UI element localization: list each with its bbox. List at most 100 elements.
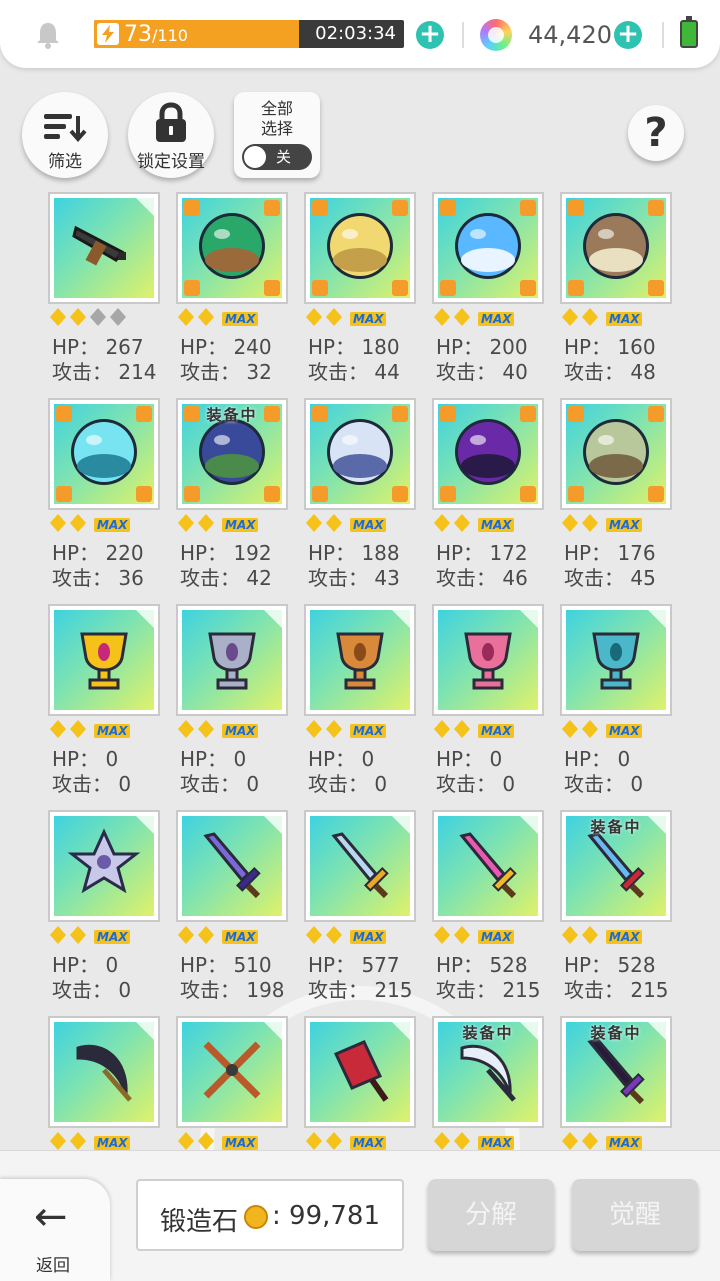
rarity-stars: MAX — [178, 306, 290, 328]
rarity-stars: MAX — [50, 1130, 162, 1150]
equipment-card[interactable]: MAX HP： 240 攻击： 32 — [176, 192, 288, 392]
equipment-card[interactable]: MAX HP： 160 攻击： 48 — [560, 192, 672, 392]
energy-current: 73 — [124, 22, 152, 47]
bell-icon[interactable] — [34, 20, 62, 50]
equipment-tile[interactable] — [48, 192, 160, 304]
rarity-stars: MAX — [562, 718, 674, 740]
equipment-tile[interactable] — [48, 810, 160, 922]
rarity-stars: MAX — [50, 718, 162, 740]
filter-label: 筛选 — [48, 152, 82, 172]
equipment-art-bg — [566, 198, 666, 298]
equipment-card[interactable]: MAX HP： 180 攻击： 44 — [304, 192, 416, 392]
star-icon — [562, 514, 578, 532]
equipment-art-bg — [438, 610, 538, 710]
star-icon — [562, 308, 578, 326]
trophy-bronze-icon — [320, 618, 400, 702]
equipment-card[interactable]: MAX HP： 200 攻击： 40 — [432, 192, 544, 392]
help-button[interactable]: ? — [628, 105, 684, 161]
rarity-stars: MAX — [434, 718, 546, 740]
rarity-stars: MAX — [50, 512, 162, 534]
back-button[interactable]: ← 返回 — [0, 1179, 110, 1281]
equipment-card[interactable]: MAX — [176, 1016, 288, 1150]
equipment-card[interactable]: MAX HP： 0 攻击： 0 — [432, 604, 544, 804]
star-icon — [326, 308, 342, 326]
equipment-card[interactable]: MAX HP： 0 攻击： 0 — [176, 604, 288, 804]
equipment-card[interactable]: 装备中 MAX HP： 192 攻击： 42 — [176, 398, 288, 598]
equipment-tile[interactable]: 装备中 — [560, 810, 672, 922]
equipment-tile[interactable] — [560, 604, 672, 716]
equipment-tile[interactable]: 装备中 — [432, 1016, 544, 1128]
energy-count: 73/110 — [124, 22, 188, 48]
equipment-card[interactable]: 装备中 MAX — [560, 1016, 672, 1150]
equipment-tile[interactable] — [176, 192, 288, 304]
disassemble-button[interactable]: 分解 — [428, 1179, 554, 1251]
equipment-tile[interactable] — [304, 604, 416, 716]
equipment-art-bg — [310, 610, 410, 710]
equipment-tile[interactable] — [560, 398, 672, 510]
equipment-card[interactable]: MAX HP： 176 攻击： 45 — [560, 398, 672, 598]
trophy-teal-icon — [576, 618, 656, 702]
attack-stat: 攻击： 0 — [52, 978, 132, 1002]
equipment-card[interactable]: MAX HP： 0 攻击： 0 — [560, 604, 672, 804]
equipment-tile[interactable] — [560, 192, 672, 304]
energy-timer: 02:03:34 — [315, 23, 396, 44]
equipment-tile[interactable] — [48, 1016, 160, 1128]
star-icon — [178, 1132, 194, 1150]
max-badge: MAX — [222, 518, 259, 532]
equipment-card[interactable]: MAX HP： 0 攻击： 0 — [48, 604, 160, 804]
add-gems-button[interactable]: + — [614, 21, 642, 49]
equipment-tile[interactable] — [176, 1016, 288, 1128]
equipment-tile[interactable] — [432, 192, 544, 304]
attack-stat: 攻击： 215 — [436, 978, 541, 1002]
equipment-tile[interactable] — [432, 604, 544, 716]
select-all-toggle[interactable]: 关 — [242, 144, 312, 170]
star-icon — [306, 926, 322, 944]
max-badge: MAX — [222, 930, 259, 944]
add-energy-button[interactable]: + — [416, 21, 444, 49]
attack-stat: 攻击： 0 — [52, 772, 132, 796]
filter-button[interactable]: 筛选 — [22, 92, 108, 178]
equipment-tile[interactable]: 装备中 — [560, 1016, 672, 1128]
lock-settings-button[interactable]: 锁定设置 — [128, 92, 214, 178]
equipment-tile[interactable] — [432, 810, 544, 922]
equipment-card[interactable]: MAX HP： 577 攻击： 215 — [304, 810, 416, 1010]
emblem-icon — [64, 824, 144, 908]
star-icon — [454, 720, 470, 738]
lightning-icon — [97, 23, 119, 45]
equipment-tile[interactable]: 装备中 — [176, 398, 288, 510]
equipment-card[interactable]: MAX HP： 510 攻击： 198 — [176, 810, 288, 1010]
equipment-tile[interactable] — [432, 398, 544, 510]
equipment-card[interactable]: HP： 267 攻击： 214 — [48, 192, 160, 392]
star-icon — [326, 926, 342, 944]
equipment-card[interactable]: MAX HP： 188 攻击： 43 — [304, 398, 416, 598]
equipment-tile[interactable] — [304, 810, 416, 922]
equipment-tile[interactable] — [304, 192, 416, 304]
star-icon — [70, 308, 86, 326]
star-icon — [198, 1132, 214, 1150]
equipment-card[interactable]: MAX — [304, 1016, 416, 1150]
awaken-button[interactable]: 觉醒 — [572, 1179, 698, 1251]
rarity-stars: MAX — [562, 306, 674, 328]
equipment-tile[interactable] — [48, 604, 160, 716]
attack-stat: 攻击： 0 — [436, 772, 516, 796]
equipment-card[interactable]: MAX — [48, 1016, 160, 1150]
equipment-tile[interactable] — [176, 604, 288, 716]
equipment-card[interactable]: MAX HP： 172 攻击： 46 — [432, 398, 544, 598]
star-icon — [582, 308, 598, 326]
toggle-knob — [244, 146, 266, 168]
equipment-tile[interactable] — [176, 810, 288, 922]
equipment-card[interactable]: MAX HP： 0 攻击： 0 — [48, 810, 160, 1010]
rarity-stars: MAX — [562, 924, 674, 946]
equipment-tile[interactable] — [48, 398, 160, 510]
equipped-badge: 装备中 — [206, 406, 258, 424]
equipment-tile[interactable] — [304, 398, 416, 510]
equipment-card[interactable]: 装备中 MAX — [432, 1016, 544, 1150]
star-icon — [178, 308, 194, 326]
equipment-card[interactable]: MAX HP： 220 攻击： 36 — [48, 398, 160, 598]
equipment-card[interactable]: MAX HP： 528 攻击： 215 — [432, 810, 544, 1010]
equipment-card[interactable]: 装备中 MAX HP： 528 攻击： 215 — [560, 810, 672, 1010]
rarity-stars: MAX — [178, 512, 290, 534]
equipment-card[interactable]: MAX HP： 0 攻击： 0 — [304, 604, 416, 804]
bottom-bar: ← 返回 锻造石 : 99,781 分解 觉醒 — [0, 1150, 720, 1281]
equipment-tile[interactable] — [304, 1016, 416, 1128]
